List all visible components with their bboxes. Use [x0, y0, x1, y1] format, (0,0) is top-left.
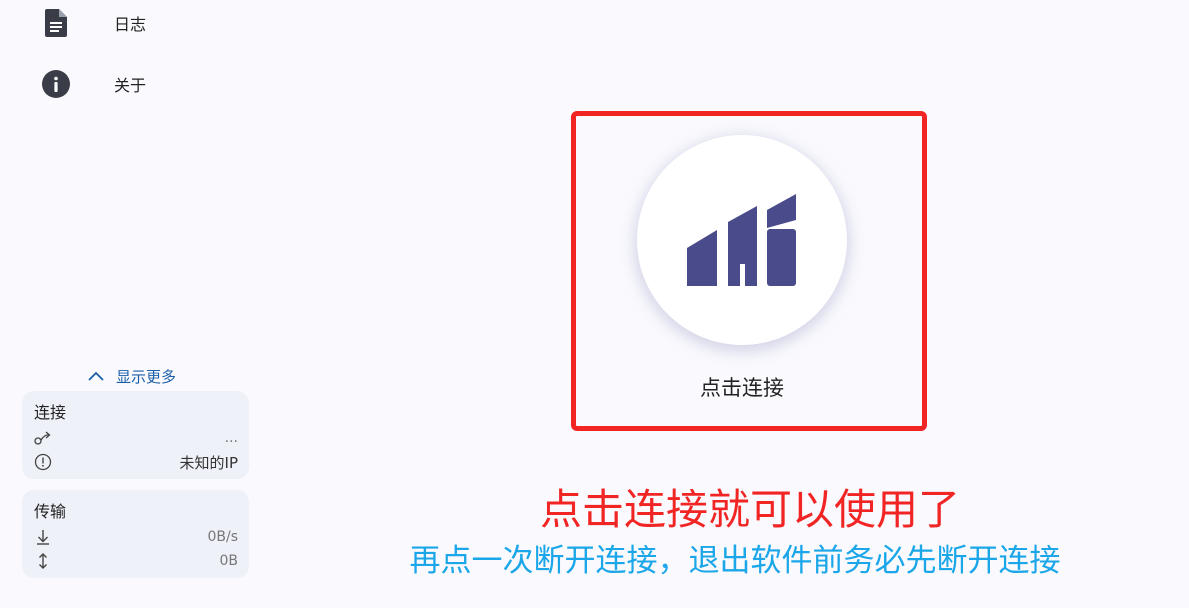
connection-card: 连接 ... 未知的IP	[22, 391, 249, 479]
connection-ip-row: 未知的IP	[34, 452, 238, 472]
nav-label-log: 日志	[114, 15, 147, 34]
connection-route-row: ...	[34, 428, 238, 448]
connection-route-value: ...	[224, 430, 238, 446]
transfer-speed-row: 0B/s	[34, 527, 238, 547]
transfer-speed-value: 0B/s	[207, 529, 238, 545]
show-more-label: 显示更多	[116, 367, 177, 386]
connection-card-title: 连接	[34, 403, 67, 422]
nav-label-about: 关于	[114, 76, 147, 95]
info-icon	[42, 70, 70, 98]
nav-item-about[interactable]: 关于	[0, 61, 262, 107]
transfer-card: 传输 0B/s 0B	[22, 490, 249, 578]
show-more-toggle[interactable]: 显示更多	[88, 364, 176, 388]
arrow-down-icon	[34, 528, 52, 546]
annotation-primary: 点击连接就可以使用了	[539, 485, 960, 534]
document-icon	[42, 9, 70, 37]
chevron-up-icon	[88, 367, 104, 385]
connection-ip-value: 未知的IP	[179, 453, 238, 472]
connect-button[interactable]	[637, 135, 847, 345]
nav-item-log[interactable]: 日志	[0, 0, 262, 46]
annotation-secondary: 再点一次断开连接，退出软件前务必先断开连接	[409, 543, 1061, 579]
sidebar: 日志 关于 显示更多 连接 ... 未知的IP 传输 0B/s 0B	[0, 0, 262, 608]
alert-circle-icon	[34, 453, 52, 471]
transfer-total-row: 0B	[34, 551, 238, 571]
transfer-total-value: 0B	[219, 553, 238, 569]
connect-button-label: 点击连接	[700, 376, 784, 400]
transfer-card-title: 传输	[34, 502, 67, 521]
route-icon	[34, 429, 52, 447]
hi-logo-icon	[687, 188, 797, 292]
arrow-up-down-icon	[34, 552, 52, 570]
